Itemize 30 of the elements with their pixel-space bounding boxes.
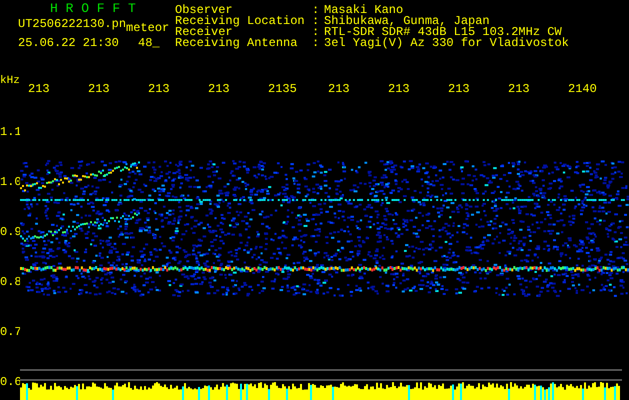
info-value: Masaki Kano [324, 5, 404, 16]
frequency-label: 213 [328, 82, 350, 96]
file-name: UT2506222130.pn [18, 19, 126, 30]
app-title: H R O F F T [49, 3, 137, 14]
colon-separator: : [312, 16, 320, 27]
mode-label: meteor [126, 23, 170, 34]
colon-separator: : [312, 27, 320, 38]
frequency-label: 213 [388, 82, 410, 96]
axis-unit: kHz [0, 75, 20, 87]
info-label: Receiving Antenna [175, 38, 298, 49]
count-label: 48_ [138, 38, 160, 49]
frequency-label: 213 [448, 82, 470, 96]
info-value: Shibukawa, Gunma, Japan [324, 16, 490, 27]
info-label: Observer [175, 5, 233, 16]
info-value: RTL-SDR SDR# 43dB L15 103.2MHz CW [324, 27, 562, 38]
frequency-label: 213 [148, 82, 170, 96]
frequency-label: 213 [208, 82, 230, 96]
info-label: Receiver [175, 27, 233, 38]
frequency-label: 213 [508, 82, 530, 96]
frequency-label: 2140 [568, 82, 597, 96]
frequency-label: 213 [28, 82, 50, 96]
info-label: Receiving Location [175, 16, 306, 27]
colon-separator: : [312, 5, 320, 16]
frequency-label: 213 [88, 82, 110, 96]
axis-label: 1.1 [0, 125, 22, 139]
axis-label: 0.7 [0, 325, 22, 339]
colon-separator: : [312, 38, 320, 49]
info-value: 3el Yagi(V) Az 330 for Vladivostok [324, 38, 569, 49]
timestamp: 25.06.22 21:30 [18, 38, 120, 49]
frequency-label: 2135 [268, 82, 297, 96]
